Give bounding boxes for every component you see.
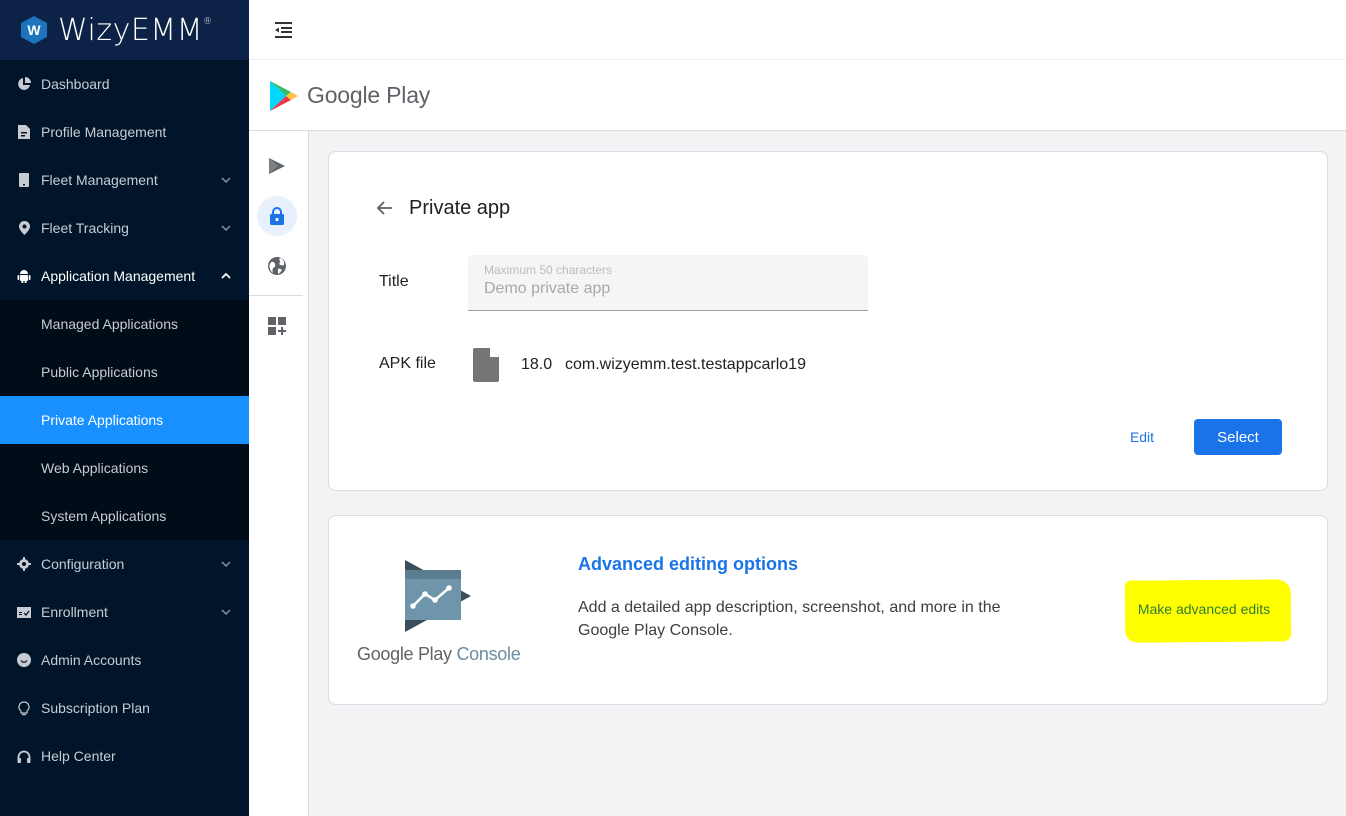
smiley-icon — [17, 653, 31, 667]
apk-package-name: com.wizyemm.test.testappcarlo19 — [565, 356, 806, 373]
sidebar-item-label: Help Center — [41, 748, 116, 764]
sidebar-item-subscription-plan[interactable]: Subscription Plan — [0, 684, 249, 732]
sidebar-item-fleet-management[interactable]: Fleet Management — [0, 156, 249, 204]
title-input-value: Demo private app — [484, 280, 611, 297]
pie-chart-icon — [17, 77, 31, 91]
lightbulb-icon — [17, 700, 31, 715]
sidebar-item-system-applications[interactable]: System Applications — [0, 492, 249, 540]
sidebar-item-enrollment[interactable]: Enrollment — [0, 588, 249, 636]
sidebar-item-public-applications[interactable]: Public Applications — [0, 348, 249, 396]
title-input[interactable]: Maximum 50 characters Demo private app — [468, 255, 868, 311]
sidebar-item-managed-applications[interactable]: Managed Applications — [0, 300, 249, 348]
main-content: Private app Title Maximum 50 characters … — [309, 131, 1346, 816]
play-console-wordmark: Google Play Console — [357, 644, 521, 664]
android-icon — [17, 269, 31, 283]
lock-icon — [269, 206, 285, 226]
application-submenu: Managed Applications Public Applications… — [0, 300, 249, 540]
play-console-logo-icon — [357, 556, 522, 641]
back-arrow-icon[interactable] — [374, 197, 396, 219]
sidebar-item-label: Subscription Plan — [41, 700, 150, 716]
document-icon — [17, 125, 31, 139]
chevron-down-icon — [221, 225, 231, 232]
sidebar-item-label: Fleet Management — [41, 172, 158, 188]
edit-button[interactable]: Edit — [1119, 419, 1165, 455]
sidebar-item-configuration[interactable]: Configuration — [0, 540, 249, 588]
chevron-down-icon — [221, 609, 231, 616]
top-bar — [249, 0, 1346, 60]
menu-fold-icon[interactable] — [273, 21, 293, 39]
brand-name: WizyEMM® — [58, 12, 213, 48]
sidebar-item-label: Admin Accounts — [41, 652, 142, 668]
brand-logo-icon: W — [20, 15, 48, 45]
sidebar-item-web-applications[interactable]: Web Applications — [0, 444, 249, 492]
location-pin-icon — [17, 221, 31, 235]
play-apps-icon — [267, 156, 287, 176]
sidebar-item-application-management[interactable]: Application Management — [0, 252, 249, 300]
globe-icon — [267, 256, 287, 276]
card-title: Private app — [409, 197, 511, 219]
sidebar-item-admin-accounts[interactable]: Admin Accounts — [0, 636, 249, 684]
title-input-hint: Maximum 50 characters — [484, 263, 613, 277]
advanced-editing-card: Google Play Console Advanced editing opt… — [328, 515, 1328, 705]
advanced-title: Advanced editing options — [578, 554, 799, 574]
apk-file-label: APK file — [379, 355, 436, 372]
sidebar-item-label: Enrollment — [41, 604, 108, 620]
phone-icon — [17, 173, 31, 187]
add-widget-icon — [267, 316, 287, 336]
advanced-description: Add a detailed app description, screensh… — [578, 599, 1001, 639]
google-play-nav-rail — [249, 131, 309, 816]
brand[interactable]: W WizyEMM® — [0, 0, 249, 60]
sidebar-item-label: Fleet Tracking — [41, 220, 129, 236]
sidebar-item-fleet-tracking[interactable]: Fleet Tracking — [0, 204, 249, 252]
sidebar-item-label: Profile Management — [41, 124, 167, 140]
rail-divider — [249, 295, 303, 296]
chevron-down-icon — [221, 561, 231, 568]
chevron-down-icon — [221, 177, 231, 184]
rail-private-apps[interactable] — [257, 196, 297, 236]
select-button[interactable]: Select — [1194, 419, 1282, 455]
google-play-title: Google Play — [307, 82, 431, 108]
sidebar-item-help-center[interactable]: Help Center — [0, 732, 249, 780]
sidebar-item-private-applications[interactable]: Private Applications — [0, 396, 249, 444]
title-label: Title — [379, 273, 409, 290]
gear-icon — [17, 557, 31, 571]
google-play-logo-icon — [269, 80, 299, 112]
apk-version: 18.0 — [521, 356, 553, 373]
calendar-check-icon — [17, 605, 31, 619]
google-play-header: Google Play — [249, 61, 1346, 131]
sidebar-item-profile-management[interactable]: Profile Management — [0, 108, 249, 156]
rail-web-apps[interactable] — [257, 246, 297, 286]
svg-text:W: W — [27, 22, 41, 38]
chevron-up-icon — [221, 272, 231, 279]
sidebar-item-label: Application Management — [41, 268, 196, 284]
sidebar-item-dashboard[interactable]: Dashboard — [0, 60, 249, 108]
sidebar-item-label: Dashboard — [41, 76, 110, 92]
sidebar-item-label: Configuration — [41, 556, 125, 572]
private-app-card: Private app Title Maximum 50 characters … — [328, 151, 1328, 491]
sidebar: W WizyEMM® Dashboard Profile Management … — [0, 0, 249, 816]
file-icon — [473, 348, 499, 387]
rail-add-widget[interactable] — [257, 306, 297, 346]
rail-play-apps[interactable] — [257, 146, 297, 186]
headphones-icon — [17, 749, 31, 763]
make-advanced-edits-button[interactable]: Make advanced edits — [1129, 594, 1279, 624]
